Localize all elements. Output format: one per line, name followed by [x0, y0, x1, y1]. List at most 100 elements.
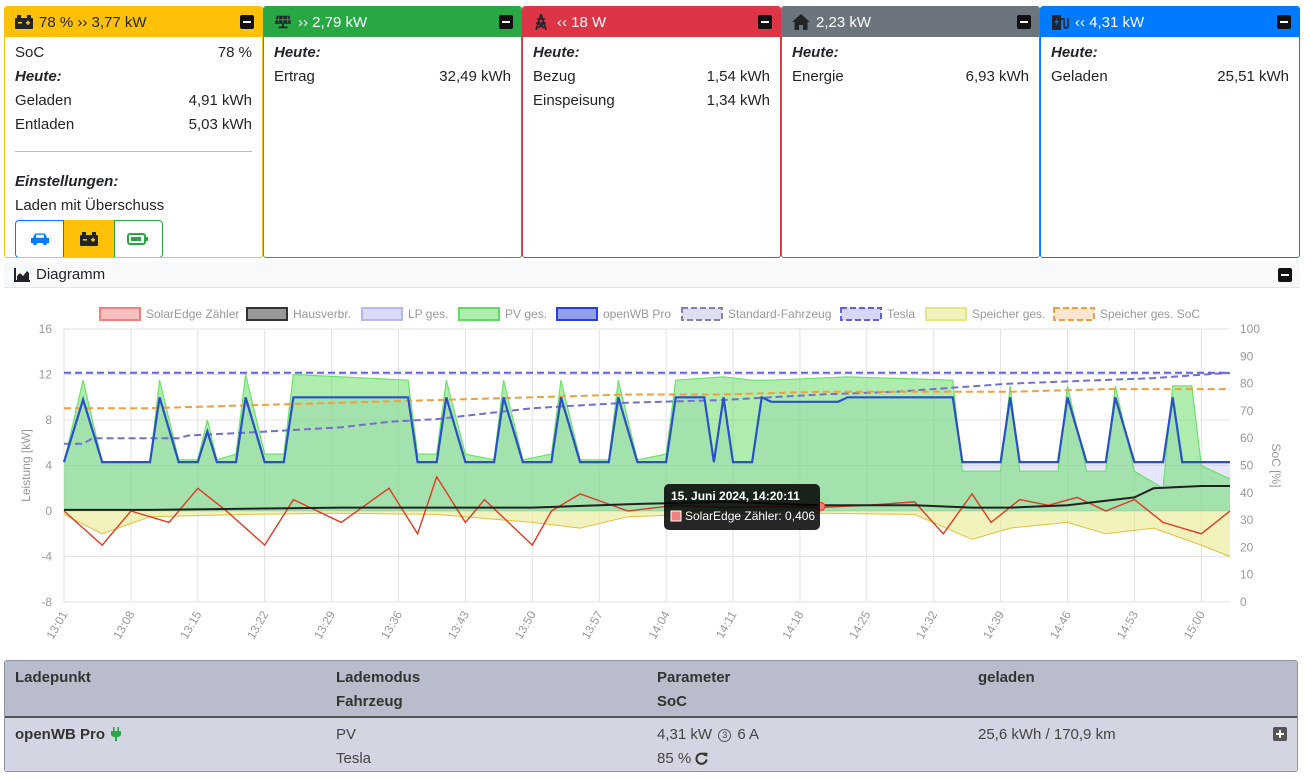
- collapse-button[interactable]: [758, 15, 772, 29]
- y2-tick-label: 60: [1240, 431, 1254, 445]
- battery-icon: [79, 232, 98, 246]
- x-tick-label: 13:29: [311, 608, 338, 641]
- summary-cards: 78 % ›› 3,77 kW SoC 78 % Heute: Geladen …: [4, 6, 1300, 258]
- legend-label: Hausverbr.: [293, 307, 351, 321]
- table-row[interactable]: openWB Pro PV Tesla 4,31 kW 3 6 A 85 % 2…: [5, 716, 1297, 771]
- diagram-header[interactable]: Diagramm: [4, 262, 1300, 288]
- x-tick-label: 14:46: [1047, 608, 1074, 641]
- today-heading: Heute:: [792, 44, 839, 61]
- grid-card-header[interactable]: ‹‹ 18 W: [523, 7, 780, 37]
- export-label: Einspeisung: [533, 92, 615, 109]
- legend-swatch: [925, 307, 967, 321]
- home-icon: [792, 14, 810, 30]
- charged-row: Geladen 4,91 kWh: [15, 89, 252, 113]
- series-area: [64, 511, 1230, 557]
- today-heading: Heute:: [1051, 44, 1098, 61]
- energy-value: 6,93 kWh: [965, 68, 1029, 85]
- home-card: 2,23 kW Heute: Energie 6,93 kWh: [781, 6, 1040, 258]
- battery-card: 78 % ›› 3,77 kW SoC 78 % Heute: Geladen …: [4, 6, 263, 258]
- charged-value: 4,91 kWh: [188, 92, 252, 109]
- charged-value: 25,51 kWh: [1217, 68, 1289, 85]
- legend-swatch: [1053, 307, 1095, 321]
- collapse-button[interactable]: [1278, 267, 1292, 282]
- y2-tick-label: 40: [1240, 486, 1254, 500]
- grid-card: ‹‹ 18 W Heute: Bezug 1,54 kWh Einspeisun…: [522, 6, 781, 258]
- charged-label: Geladen: [15, 92, 72, 109]
- y2-tick-label: 20: [1240, 540, 1254, 554]
- legend-label: Standard-Fahrzeug: [728, 307, 831, 321]
- charging-station-icon: [1051, 14, 1069, 30]
- home-header-text: 2,23 kW: [816, 13, 872, 31]
- x-tick-label: 13:36: [378, 608, 405, 641]
- home-card-header[interactable]: 2,23 kW: [782, 7, 1039, 37]
- collapse-button[interactable]: [240, 15, 254, 29]
- y-tick-label: 4: [45, 459, 52, 473]
- export-value: 1,34 kWh: [706, 92, 770, 109]
- y-tick-label: 12: [39, 368, 53, 382]
- energy-row: Energie 6,93 kWh: [792, 65, 1029, 89]
- vehicle-value[interactable]: Tesla: [336, 747, 647, 771]
- legend-label: openWB Pro: [603, 307, 671, 321]
- current-value: 6 A: [737, 726, 760, 743]
- y2-tick-label: 90: [1240, 349, 1254, 363]
- collapse-button[interactable]: [1017, 15, 1031, 29]
- y2-tick-label: 80: [1240, 377, 1254, 391]
- expand-button[interactable]: [1273, 727, 1287, 741]
- battery-mode-selector: [15, 220, 163, 257]
- charged-row: Geladen 25,51 kWh: [1051, 65, 1289, 89]
- charged-label: Geladen: [1051, 68, 1108, 85]
- pv-header-text: ›› 2,79 kW: [298, 13, 368, 31]
- power-pylon-icon: [533, 14, 551, 30]
- header-ladepunkt: Ladepunkt: [15, 669, 91, 686]
- import-value: 1,54 kWh: [706, 68, 770, 85]
- table-header: Ladepunkt Lademodus Fahrzeug Parameter S…: [5, 661, 1297, 716]
- refresh-icon[interactable]: [695, 752, 708, 765]
- car-battery-icon: [15, 14, 33, 30]
- charge-card-header[interactable]: ‹‹ 4,31 kW: [1041, 7, 1299, 37]
- yield-value: 32,49 kWh: [439, 68, 511, 85]
- x-tick-label: 13:50: [512, 608, 539, 641]
- legend-swatch: [246, 307, 288, 321]
- soc-text: 85 %: [657, 750, 692, 767]
- y-axis-label: Leistung [kW]: [19, 429, 33, 502]
- collapse-button[interactable]: [1277, 15, 1291, 29]
- x-tick-label: 13:08: [110, 608, 137, 641]
- x-tick-label: 14:32: [913, 608, 940, 641]
- mode-text: Laden mit Überschuss: [15, 194, 252, 218]
- power-value: 4,31 kW: [657, 726, 713, 743]
- battery-charging-icon: [127, 233, 149, 245]
- mode-battery-button[interactable]: [64, 220, 114, 257]
- header-lademodus: Lademodus: [336, 669, 421, 686]
- yield-label: Ertrag: [274, 68, 315, 85]
- mode-pv-button[interactable]: [113, 220, 163, 257]
- mode-vehicle-button[interactable]: [15, 220, 65, 257]
- settings-heading: Einstellungen:: [15, 173, 119, 190]
- series-line-soc: [64, 371, 1231, 445]
- parameter-value: 4,31 kW 3 6 A: [657, 723, 968, 747]
- y2-tick-label: 100: [1240, 322, 1260, 336]
- soc-label: SoC: [15, 44, 45, 61]
- today-heading: Heute:: [274, 44, 321, 61]
- series-line-soc: [64, 388, 1230, 410]
- today-heading: Heute:: [533, 44, 580, 61]
- x-tick-label: 14:18: [779, 608, 806, 641]
- y-tick-label: 0: [45, 504, 52, 518]
- y2-tick-label: 10: [1240, 568, 1254, 582]
- pv-card-header[interactable]: ›› 2,79 kW: [264, 7, 521, 37]
- today-heading: Heute:: [15, 68, 62, 85]
- soc-value: 78 %: [217, 44, 252, 61]
- y-tick-label: -4: [41, 550, 52, 564]
- y-tick-label: -8: [41, 595, 52, 609]
- battery-card-header[interactable]: 78 % ›› 3,77 kW: [5, 7, 262, 37]
- legend-swatch: [361, 307, 403, 321]
- y2-tick-label: 50: [1240, 459, 1254, 473]
- x-tick-label: 14:11: [713, 608, 740, 641]
- soc-row: SoC 78 %: [15, 41, 252, 65]
- legend-label: Speicher ges.: [972, 307, 1045, 321]
- collapse-button[interactable]: [499, 15, 513, 29]
- charge-mode-value[interactable]: PV: [336, 723, 647, 747]
- discharged-row: Entladen 5,03 kWh: [15, 113, 252, 137]
- legend-swatch: [556, 307, 598, 321]
- discharged-value: 5,03 kWh: [188, 116, 252, 133]
- tooltip-label: SolarEdge Zähler: 0,406: [685, 509, 815, 523]
